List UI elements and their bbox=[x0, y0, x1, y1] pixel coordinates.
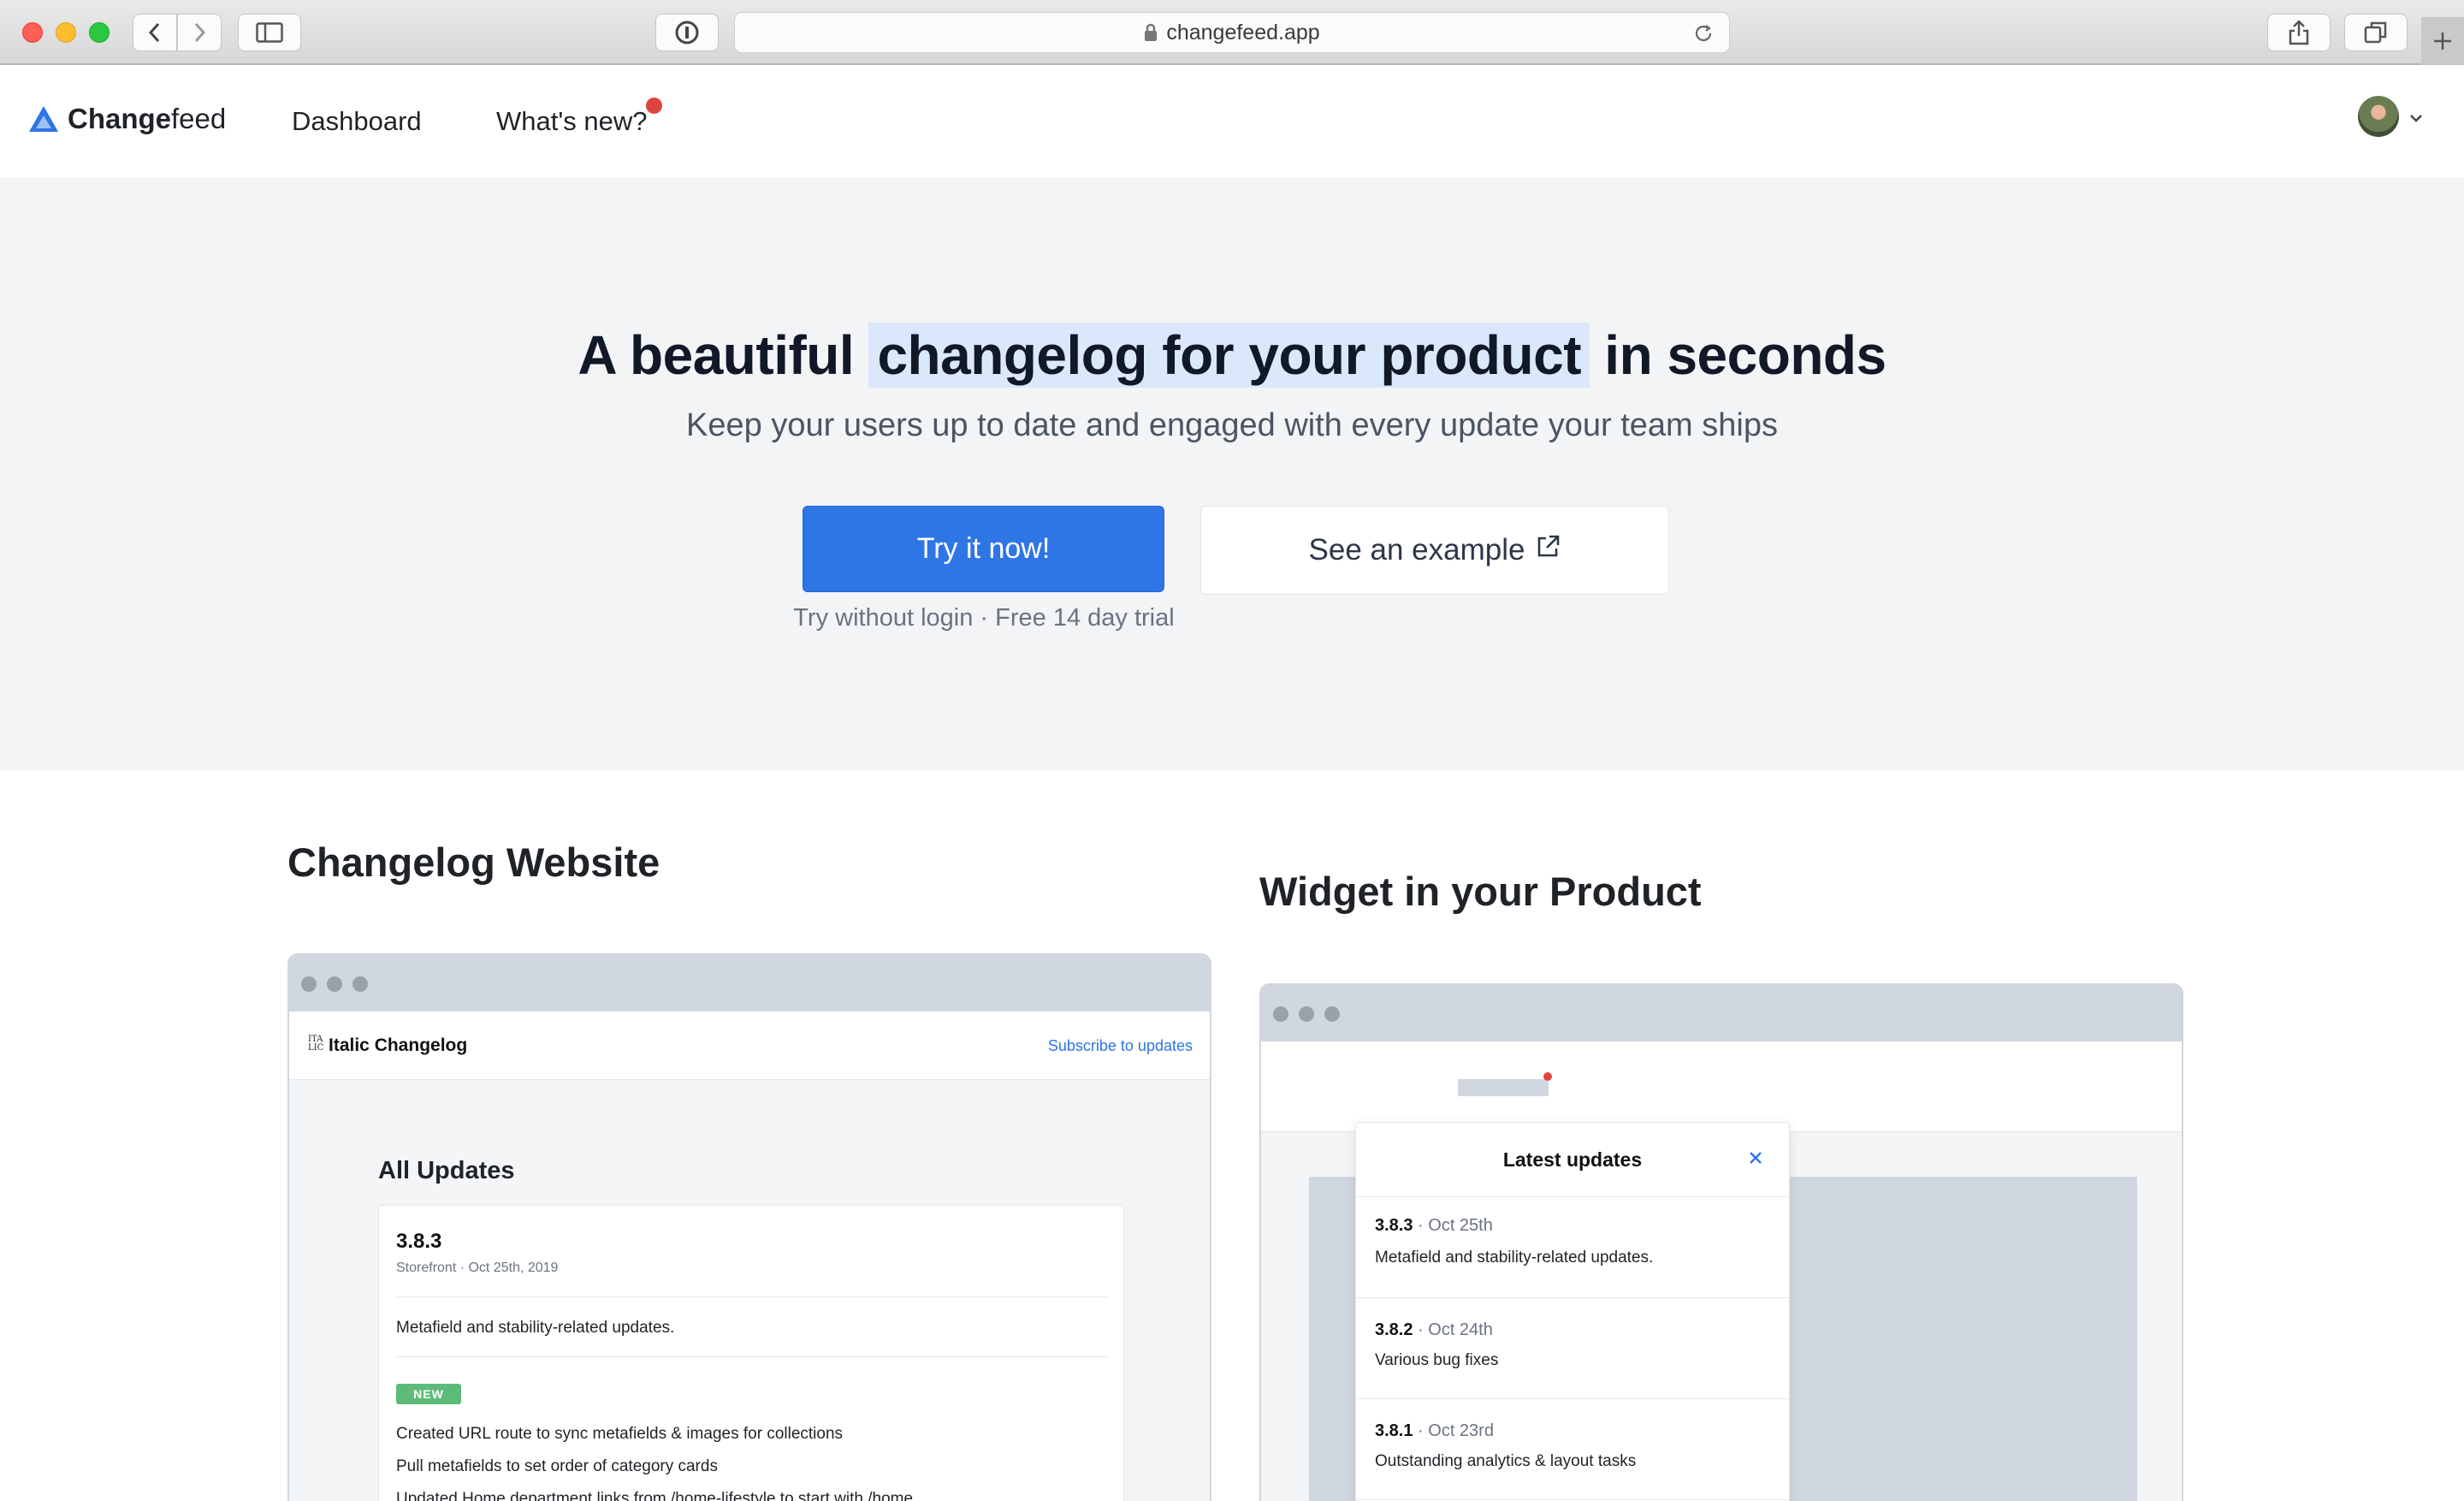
plus-icon bbox=[2434, 33, 2451, 50]
sidebar-toggle-button[interactable] bbox=[238, 14, 301, 51]
brand-name-bold: Change bbox=[68, 103, 172, 134]
update-header: 3.8.3 · Oct 25th bbox=[1375, 1216, 1493, 1236]
update-version: 3.8.2 bbox=[1375, 1320, 1413, 1339]
back-button[interactable] bbox=[133, 14, 177, 51]
reload-icon[interactable] bbox=[1693, 23, 1714, 44]
mockup-dot bbox=[327, 976, 342, 992]
entry-item: Pull metafields to set order of category… bbox=[396, 1457, 718, 1475]
hero-subtitle: Keep your users up to date and engaged w… bbox=[686, 407, 1778, 443]
chevron-right-icon bbox=[194, 22, 206, 43]
entry-divider bbox=[396, 1356, 1108, 1357]
hero-title-highlight: changelog for your product bbox=[868, 323, 1590, 388]
notification-dot bbox=[646, 98, 662, 114]
widget-list-end-divider bbox=[1356, 1499, 1789, 1500]
chevron-left-icon bbox=[148, 22, 160, 43]
trial-note: Try without login · Free 14 day trial bbox=[793, 604, 1175, 632]
entry-divider bbox=[396, 1296, 1108, 1297]
website-mockup: ITA LIC Italic Changelog Subscribe to up… bbox=[287, 953, 1211, 1501]
share-button[interactable] bbox=[2267, 14, 2331, 51]
brand-name-rest: feed bbox=[171, 103, 227, 134]
update-date: · Oct 24th bbox=[1418, 1320, 1493, 1339]
chevron-down-icon bbox=[2410, 115, 2422, 122]
site-name: Italic Changelog bbox=[329, 1035, 468, 1055]
password-manager-button[interactable] bbox=[655, 14, 719, 51]
close-icon[interactable] bbox=[1748, 1150, 1763, 1166]
new-tab-button[interactable] bbox=[2421, 17, 2464, 65]
changefeed-logo-icon bbox=[29, 106, 58, 132]
widget-mockup: Latest updates 3.8.3 · Oct 25th Metafiel… bbox=[1259, 983, 2183, 1501]
brand-logo[interactable]: Change feed bbox=[27, 103, 226, 135]
update-header: 3.8.2 · Oct 24th bbox=[1375, 1320, 1493, 1340]
update-header: 3.8.1 · Oct 23rd bbox=[1375, 1421, 1494, 1441]
entry-item: Updated Home department links from /home… bbox=[396, 1490, 914, 1501]
url-text: changefeed.app bbox=[1166, 20, 1320, 44]
update-text: Various bug fixes bbox=[1375, 1351, 1499, 1369]
password-manager-icon bbox=[675, 21, 699, 44]
all-updates-heading: All Updates bbox=[378, 1157, 515, 1184]
app-navbar: Change feed Dashboard What's new? bbox=[0, 65, 2464, 178]
mockup-dot bbox=[1299, 1006, 1314, 1022]
new-badge: NEW bbox=[396, 1384, 461, 1404]
minimize-window-button[interactable] bbox=[56, 22, 76, 43]
hero-section bbox=[0, 178, 2464, 770]
mockup-dot bbox=[1324, 1006, 1340, 1022]
try-it-now-label: Try it now! bbox=[916, 532, 1051, 565]
tabs-icon bbox=[2364, 21, 2387, 44]
entry-summary: Metafield and stability-related updates. bbox=[396, 1319, 675, 1337]
website-section-title: Changelog Website bbox=[287, 839, 660, 885]
update-version: 3.8.3 bbox=[1375, 1216, 1413, 1235]
hero-title-start: A beautiful bbox=[578, 324, 869, 386]
entry-item: Created URL route to sync metafields & i… bbox=[396, 1425, 844, 1443]
mockup-dot bbox=[301, 976, 317, 992]
hero-title-end: in seconds bbox=[1590, 324, 1886, 386]
entry-version: 3.8.3 bbox=[396, 1230, 442, 1253]
external-link-icon bbox=[1538, 535, 1560, 557]
user-menu[interactable] bbox=[2358, 96, 2426, 139]
update-text: Metafield and stability-related updates. bbox=[1375, 1249, 1654, 1267]
update-version: 3.8.1 bbox=[1375, 1421, 1413, 1440]
app-header-placeholder bbox=[1261, 1041, 2182, 1132]
try-it-now-button[interactable]: Try it now! bbox=[803, 506, 1164, 592]
mockup-titlebar bbox=[1261, 985, 2182, 1041]
widget-notification-dot bbox=[1543, 1072, 1552, 1081]
nav-item-placeholder bbox=[1458, 1079, 1549, 1096]
subscribe-link[interactable]: Subscribe to updates bbox=[1048, 1037, 1193, 1055]
zoom-window-button[interactable] bbox=[89, 22, 110, 43]
mockup-dot bbox=[1273, 1006, 1288, 1022]
widget-section-title: Widget in your Product bbox=[1259, 869, 1702, 914]
avatar bbox=[2358, 96, 2399, 137]
entry-meta: Storefront · Oct 25th, 2019 bbox=[396, 1261, 559, 1275]
widget-update-item[interactable]: 3.8.3 · Oct 25th Metafield and stability… bbox=[1356, 1196, 1789, 1297]
browser-toolbar: changefeed.app bbox=[0, 0, 2464, 65]
share-icon bbox=[2289, 20, 2309, 45]
update-date: · Oct 25th bbox=[1418, 1216, 1493, 1235]
widget-update-item[interactable]: 3.8.1 · Oct 23rd Outstanding analytics &… bbox=[1356, 1398, 1789, 1499]
see-example-button[interactable]: See an example bbox=[1200, 506, 1669, 595]
forward-button[interactable] bbox=[177, 14, 222, 51]
update-date: · Oct 23rd bbox=[1418, 1421, 1494, 1440]
close-window-button[interactable] bbox=[22, 22, 43, 43]
mockup-titlebar bbox=[289, 955, 1210, 1012]
popup-title: Latest updates bbox=[1502, 1148, 1643, 1171]
mockup-dot bbox=[352, 976, 368, 992]
tabs-overview-button[interactable] bbox=[2344, 14, 2408, 51]
update-text: Outstanding analytics & layout tasks bbox=[1375, 1452, 1637, 1470]
nav-dashboard[interactable]: Dashboard bbox=[292, 106, 422, 137]
address-bar[interactable]: changefeed.app bbox=[734, 12, 1730, 53]
lock-icon bbox=[1145, 23, 1158, 41]
site-header: ITA LIC Italic Changelog Subscribe to up… bbox=[289, 1012, 1210, 1080]
site-logo: ITA LIC bbox=[308, 1035, 324, 1053]
updates-widget-popup: Latest updates 3.8.3 · Oct 25th Metafiel… bbox=[1355, 1122, 1790, 1501]
changelog-entry-card: 3.8.3 Storefront · Oct 25th, 2019 Metafi… bbox=[378, 1205, 1124, 1501]
widget-update-item[interactable]: 3.8.2 · Oct 24th Various bug fixes bbox=[1356, 1297, 1789, 1398]
sidebar-icon bbox=[256, 22, 283, 43]
nav-whats-new[interactable]: What's new? bbox=[496, 106, 648, 137]
see-example-label: See an example bbox=[1308, 533, 1525, 567]
hero-title: A beautiful changelog for your product i… bbox=[0, 323, 2464, 388]
